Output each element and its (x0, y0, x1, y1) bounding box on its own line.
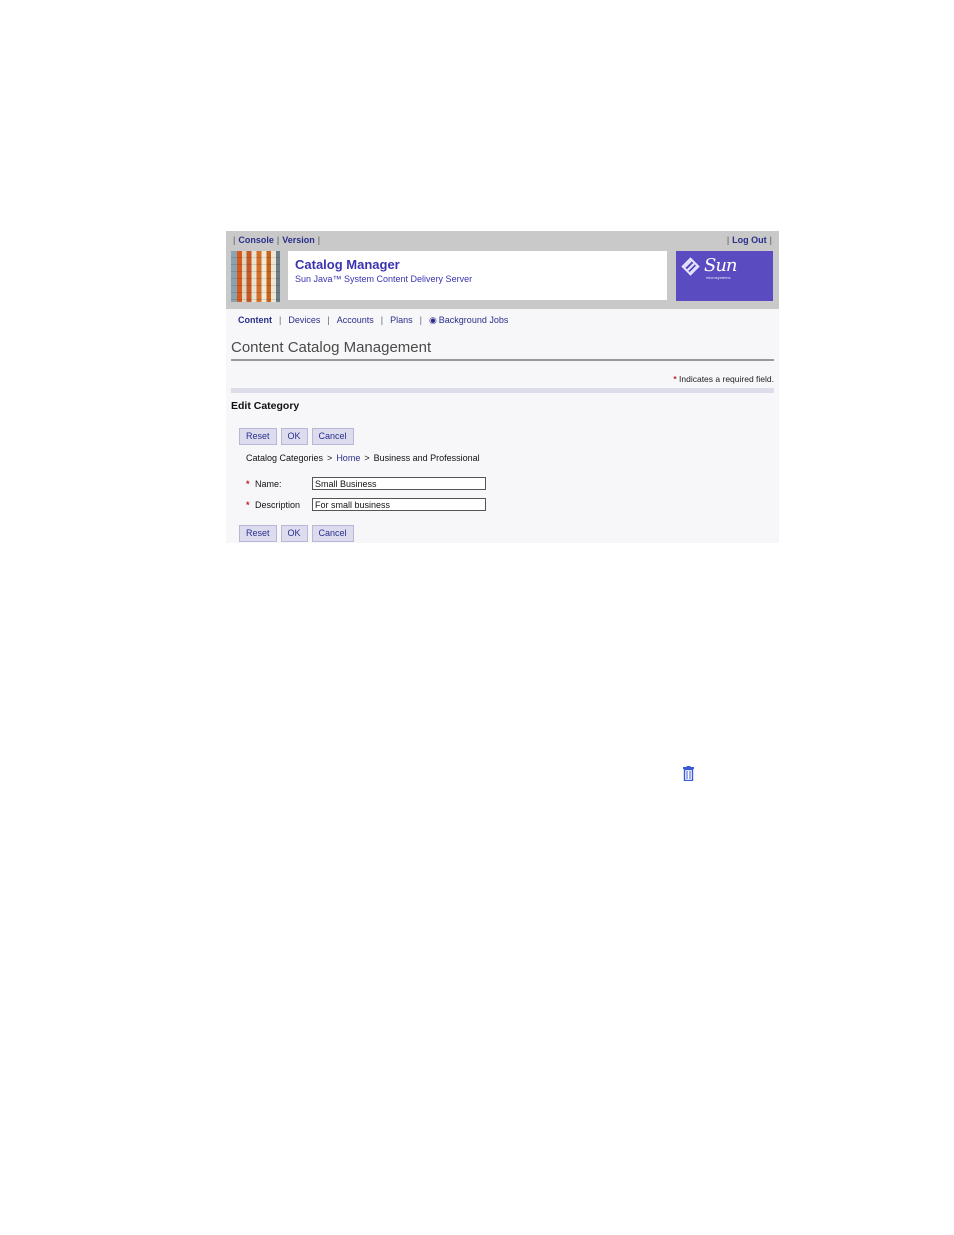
description-label: Description (255, 500, 301, 510)
version-link[interactable]: Version (282, 235, 315, 245)
sun-logo: Sun microsystems (676, 251, 773, 301)
required-note-text: Indicates a required field. (676, 374, 774, 384)
breadcrumb-current: Business and Professional (373, 453, 480, 463)
breadcrumb-root: Catalog Categories (246, 453, 324, 463)
required-field-note: * Indicates a required field. (673, 374, 774, 384)
ok-button[interactable]: OK (280, 428, 308, 445)
tab-background-jobs[interactable]: Background Jobs (439, 315, 509, 325)
separator: | (419, 315, 422, 325)
separator: | (317, 235, 321, 245)
name-label: Name: (255, 479, 282, 489)
breadcrumb-home-link[interactable]: Home (336, 453, 360, 463)
utility-links-left: | Console | Version | (230, 235, 323, 245)
cancel-button[interactable]: Cancel (311, 428, 354, 445)
separator: | (327, 315, 330, 325)
nav-tabs: Content | Devices | Accounts | Plans | ◉ Backgrou… (238, 315, 508, 326)
console-link[interactable]: Console (238, 235, 274, 245)
trash-icon (683, 766, 694, 781)
separator: | (726, 235, 730, 245)
breadcrumb-separator: > (364, 453, 370, 463)
bottom-button-row: Reset OK Cancel (239, 523, 358, 542)
app-subtitle: Sun Java™ System Content Delivery Server (295, 274, 473, 284)
separator: | (276, 235, 280, 245)
app-title-box: Catalog Manager Sun Java™ System Content… (288, 251, 667, 300)
breadcrumb: Catalog Categories > Home > Business and Pro… (246, 453, 480, 463)
reset-button[interactable]: Reset (239, 525, 277, 542)
masthead: Catalog Manager Sun Java™ System Content… (226, 251, 779, 309)
section-divider (231, 388, 774, 393)
globe-icon: ◉ (428, 315, 437, 325)
reset-button[interactable]: Reset (239, 428, 277, 445)
ok-button[interactable]: OK (280, 525, 308, 542)
books-image (231, 251, 280, 302)
breadcrumb-separator: > (327, 453, 333, 463)
utility-bar: | Console | Version | | Log Out | (226, 231, 779, 251)
page-title: Content Catalog Management (231, 339, 432, 356)
name-input[interactable]: Small Business (312, 477, 486, 490)
required-star: * (246, 500, 250, 510)
cancel-button[interactable]: Cancel (311, 525, 354, 542)
section-title: Edit Category (231, 400, 300, 412)
required-star: * (246, 479, 250, 489)
sun-logo-word: Sun (704, 255, 738, 276)
tab-content[interactable]: Content (238, 315, 272, 325)
separator: | (279, 315, 282, 325)
log-out-link[interactable]: Log Out (732, 235, 767, 245)
description-input[interactable]: For small business (312, 498, 486, 511)
separator: | (380, 315, 384, 325)
catalog-manager-window: | Console | Version | | Log Out | Catalog Mana… (226, 231, 779, 543)
sun-diamond-icon (681, 257, 700, 276)
title-divider (231, 359, 774, 361)
utility-links-right: | Log Out | (724, 235, 775, 245)
separator: | (769, 235, 772, 245)
app-title: Catalog Manager (295, 257, 400, 272)
tab-plans[interactable]: Plans (390, 315, 413, 325)
tab-accounts[interactable]: Accounts (337, 315, 374, 325)
description-field-row: * Description (246, 500, 300, 510)
top-button-row: Reset OK Cancel (239, 426, 358, 445)
tab-devices[interactable]: Devices (288, 315, 320, 325)
sun-logo-subtext: microsystems (706, 275, 731, 280)
name-field-row: * Name: (246, 479, 282, 489)
